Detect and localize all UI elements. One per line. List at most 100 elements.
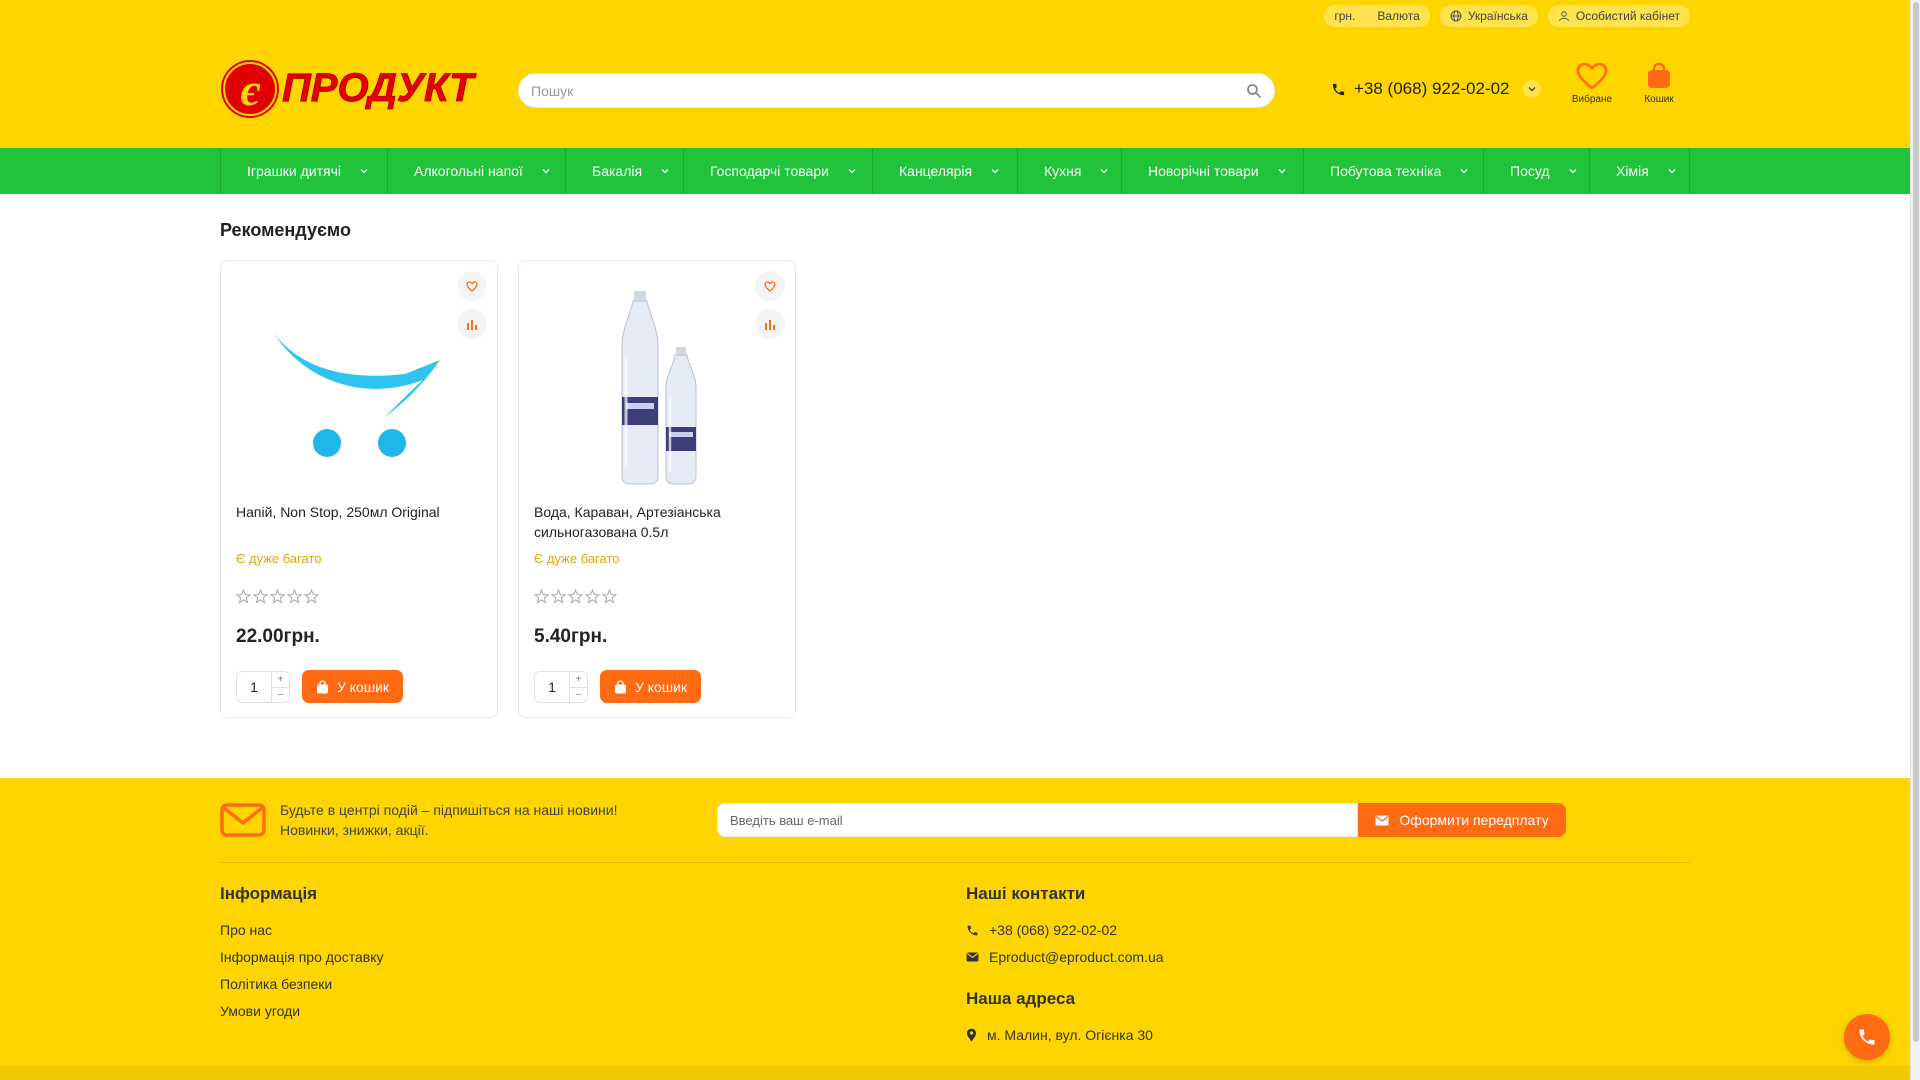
- add-to-cart-button[interactable]: У кошик: [302, 670, 403, 703]
- language-label: Українська: [1467, 9, 1528, 23]
- callback-button[interactable]: [1844, 1014, 1890, 1060]
- stock-status: Є дуже багато: [236, 551, 322, 566]
- header-phone[interactable]: +38 (068) 922-02-02: [1331, 79, 1542, 99]
- star-icon: [534, 589, 549, 604]
- wishlist-link[interactable]: Вибране: [1562, 62, 1622, 105]
- nav-item-stationery[interactable]: Канцелярія: [872, 148, 1017, 194]
- header: грн. Валюта Українська Особистий кабінет…: [0, 0, 1910, 148]
- search-input[interactable]: [531, 82, 1246, 99]
- star-icon: [551, 589, 566, 604]
- envelope-icon: [1375, 815, 1389, 825]
- search-icon[interactable]: [1246, 83, 1262, 99]
- contacts-heading: Наші контакти: [966, 884, 1086, 903]
- star-icon: [585, 589, 600, 604]
- search-box: [518, 73, 1275, 108]
- add-to-cart-button[interactable]: У кошик: [600, 670, 701, 703]
- phone-icon: [967, 925, 978, 935]
- nav-item-chemistry[interactable]: Хімія: [1589, 148, 1690, 194]
- shopping-bag-icon: [316, 679, 328, 693]
- add-to-cart-label: У кошик: [336, 678, 390, 695]
- cart-label: Кошик: [1644, 94, 1674, 105]
- nav-item-alcohol[interactable]: Алкогольні напої: [387, 148, 565, 194]
- page-scrollbar[interactable]: [1910, 0, 1920, 1080]
- nav-item-household[interactable]: Господарчі товари: [683, 148, 872, 194]
- svg-text:ПРОДУКТ: ПРОДУКТ: [282, 66, 477, 110]
- rating-stars: [534, 589, 617, 604]
- nav-item-kitchen[interactable]: Кухня: [1017, 148, 1121, 194]
- newsletter-text: Будьте в центрі подій – підпишіться на н…: [280, 802, 618, 838]
- product-image[interactable]: [237, 277, 483, 497]
- quantity-increase[interactable]: +: [570, 672, 587, 688]
- quantity-decrease[interactable]: –: [570, 688, 587, 703]
- nav-item-dishes[interactable]: Посуд: [1483, 148, 1589, 194]
- logo[interactable]: є ПРОДУКТ: [220, 55, 500, 125]
- footer-link-terms[interactable]: Умови угоди: [220, 1003, 300, 1019]
- chevron-down-icon: [1101, 169, 1108, 174]
- cart-link[interactable]: Кошик: [1629, 62, 1689, 105]
- scrollbar-thumb[interactable]: [1913, 2, 1919, 1042]
- nav-item-christmas[interactable]: Новорічні товари: [1121, 148, 1303, 194]
- nav-item-appliances[interactable]: Побутова техніка: [1303, 148, 1483, 194]
- phone-icon: [1859, 1029, 1875, 1045]
- footer-email-address: Eproduct@eproduct.com.ua: [989, 949, 1164, 965]
- chevron-down-icon: [1278, 169, 1286, 174]
- water-bottles-image: [621, 291, 697, 485]
- product-image[interactable]: [535, 277, 781, 497]
- product-card: Вода, Караван, Артезіанська сильногазова…: [518, 260, 796, 718]
- stock-status: Є дуже багато: [534, 551, 620, 566]
- nav-item-label: Бакалія: [592, 163, 643, 179]
- add-to-cart-label: У кошик: [634, 678, 688, 695]
- footer-bottom-strip: [0, 1066, 1910, 1080]
- nav-item-label: Новорічні товари: [1148, 163, 1259, 179]
- quantity-value[interactable]: 1: [237, 672, 271, 702]
- nav-item-label: Хімія: [1616, 163, 1649, 179]
- account-label: Особистий кабінет: [1575, 9, 1680, 23]
- info-heading: Інформація: [220, 884, 318, 903]
- heart-icon: [1576, 62, 1608, 90]
- header-phone-number: +38 (068) 922-02-02: [1354, 79, 1510, 98]
- currency-selector[interactable]: грн. Валюта: [1324, 5, 1430, 27]
- nav-item-label: Кухня: [1044, 163, 1082, 179]
- star-icon: [287, 589, 302, 604]
- footer-address-text: м. Малин, вул. Огієнка 30: [987, 1027, 1153, 1043]
- nav-item-label: Побутова техніка: [1330, 163, 1442, 179]
- quantity-value[interactable]: 1: [535, 672, 569, 702]
- topbar: грн. Валюта Українська Особистий кабінет: [1324, 5, 1690, 27]
- chevron-down-icon: [991, 169, 999, 174]
- footer-email[interactable]: Eproduct@eproduct.com.ua: [966, 949, 1164, 965]
- footer-link-privacy[interactable]: Політика безпеки: [220, 976, 332, 992]
- currency-label: Валюта: [1377, 9, 1420, 23]
- chevron-down-icon[interactable]: [1523, 80, 1542, 98]
- footer-divider: [220, 862, 1690, 863]
- product-name[interactable]: Напій, Non Stop, 250мл Original: [236, 502, 486, 522]
- chevron-down-icon: [1569, 169, 1577, 174]
- newsletter-form: Оформити передплату: [717, 803, 1566, 837]
- nav-item-toys[interactable]: Іграшки дитячі: [220, 148, 387, 194]
- footer-link-about[interactable]: Про нас: [220, 922, 272, 938]
- nav-item-label: Посуд: [1510, 163, 1550, 179]
- quantity-increase[interactable]: +: [272, 672, 289, 688]
- email-field[interactable]: [717, 803, 1358, 837]
- shopping-bag-icon: [1648, 62, 1670, 88]
- footer-phone-number: +38 (068) 922-02-02: [989, 922, 1118, 938]
- quantity-decrease[interactable]: –: [272, 688, 289, 703]
- footer-link-delivery[interactable]: Інформація про доставку: [220, 949, 383, 965]
- footer-phone[interactable]: +38 (068) 922-02-02: [966, 922, 1117, 938]
- nav-item-grocery[interactable]: Бакалія: [565, 148, 683, 194]
- section-title: Рекомендуємо: [220, 220, 351, 240]
- product-name[interactable]: Вода, Караван, Артезіанська сильногазова…: [534, 502, 784, 542]
- star-icon: [270, 589, 285, 604]
- logo-image: є ПРОДУКТ: [221, 60, 477, 118]
- user-icon: [1558, 11, 1569, 22]
- footer: Будьте в центрі подій – підпишіться на н…: [0, 778, 1910, 1080]
- nav-item-label: Алкогольні напої: [414, 163, 523, 179]
- quantity-stepper: 1 + –: [236, 671, 290, 703]
- map-pin-icon: [967, 1028, 976, 1042]
- footer-address: м. Малин, вул. Огієнка 30: [966, 1027, 1153, 1043]
- language-selector[interactable]: Українська: [1439, 5, 1538, 27]
- product-card: Напій, Non Stop, 250мл Original Є дуже б…: [220, 260, 498, 718]
- account-link[interactable]: Особистий кабінет: [1547, 5, 1690, 27]
- nav-item-label: Господарчі товари: [710, 163, 829, 179]
- wishlist-label: Вибране: [1571, 94, 1613, 105]
- subscribe-button[interactable]: Оформити передплату: [1358, 803, 1566, 837]
